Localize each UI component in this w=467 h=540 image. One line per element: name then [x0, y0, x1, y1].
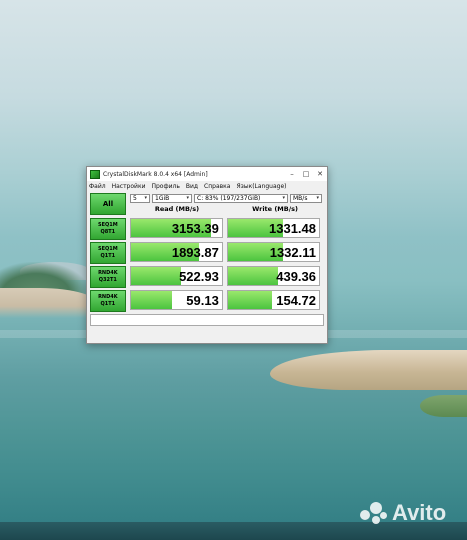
avito-watermark: Avito: [360, 500, 446, 526]
test-size-select[interactable]: 1GiB ▾: [152, 193, 192, 203]
menu-view[interactable]: Вид: [186, 183, 198, 190]
read-result-cell: 1893.87: [129, 242, 223, 262]
write-header: Write (MB/s): [252, 205, 298, 213]
write-value: 154.72: [276, 293, 316, 308]
write-value: 1331.48: [269, 221, 316, 236]
avito-logo-icon: [360, 500, 388, 526]
title-bar[interactable]: CrystalDiskMark 8.0.4 x64 [Admin] – □ ✕: [87, 167, 327, 181]
result-row-seq1m-q8t1: SEQ1M Q8T1 3153.39 1331.48: [90, 218, 324, 240]
menu-file[interactable]: Файл: [89, 183, 106, 190]
sand-bank-right: [270, 350, 467, 390]
menu-settings[interactable]: Настройки: [112, 183, 146, 190]
test-button-rnd4k-q1t1[interactable]: RND4K Q1T1: [90, 290, 126, 312]
read-result-cell: 3153.39: [129, 218, 223, 238]
avito-brand: Avito: [392, 500, 447, 525]
test-name: RND4K: [98, 294, 118, 300]
read-bar: [130, 267, 181, 285]
test-count-select[interactable]: 5 ▾: [130, 193, 150, 203]
menu-language[interactable]: Язык(Language): [236, 183, 286, 190]
test-button-seq1m-q8t1[interactable]: SEQ1M Q8T1: [90, 218, 126, 240]
maximize-button[interactable]: □: [299, 170, 313, 178]
test-name: SEQ1M: [97, 246, 118, 252]
test-params: Q8T1: [100, 229, 116, 235]
test-size-value: 1GiB: [155, 194, 170, 202]
minimize-button[interactable]: –: [285, 170, 299, 178]
test-name: SEQ1M: [97, 222, 118, 228]
chevron-down-icon: ▾: [186, 195, 189, 201]
result-row-rnd4k-q1t1: RND4K Q1T1 59.13 154.72: [90, 290, 324, 312]
write-bar: [227, 267, 278, 285]
read-value: 522.93: [179, 269, 219, 284]
write-result-cell: 1331.48: [226, 218, 320, 238]
write-bar: [227, 291, 272, 309]
menu-profile[interactable]: Профиль: [151, 183, 179, 190]
unit-value: MB/s: [293, 194, 308, 202]
result-row-seq1m-q1t1: SEQ1M Q1T1 1893.87 1332.11: [90, 242, 324, 264]
read-value: 1893.87: [171, 245, 219, 260]
chevron-down-icon: ▾: [316, 195, 319, 201]
read-value: 59.13: [186, 293, 219, 308]
unit-select[interactable]: MB/s ▾: [290, 193, 322, 203]
write-result-cell: 154.72: [226, 290, 320, 310]
window-title: CrystalDiskMark 8.0.4 x64 [Admin]: [103, 170, 208, 178]
read-result-cell: 59.13: [129, 290, 223, 310]
write-result-cell: 439.36: [226, 266, 320, 286]
write-value: 1332.11: [269, 245, 316, 260]
test-params: Q32T1: [98, 277, 117, 283]
comment-field[interactable]: [90, 314, 324, 326]
app-icon: [90, 169, 100, 179]
all-button[interactable]: All: [90, 193, 126, 215]
read-bar: [130, 291, 172, 309]
write-result-cell: 1332.11: [226, 242, 320, 262]
drive-select[interactable]: C: 83% (197/237GiB) ▾: [194, 193, 288, 203]
drive-value: C: 83% (197/237GiB): [197, 194, 261, 202]
result-row-rnd4k-q32t1: RND4K Q32T1 522.93 439.36: [90, 266, 324, 288]
write-value: 439.36: [276, 269, 316, 284]
chevron-down-icon: ▾: [282, 195, 285, 201]
read-header: Read (MB/s): [154, 205, 200, 213]
grass-right: [420, 395, 467, 417]
test-button-rnd4k-q32t1[interactable]: RND4K Q32T1: [90, 266, 126, 288]
crystaldiskmark-window: CrystalDiskMark 8.0.4 x64 [Admin] – □ ✕ …: [86, 166, 328, 344]
read-result-cell: 522.93: [129, 266, 223, 286]
close-button[interactable]: ✕: [313, 170, 327, 178]
read-value: 3153.39: [171, 221, 219, 236]
test-params: Q1T1: [100, 253, 116, 259]
menu-bar: Файл Настройки Профиль Вид Справка Язык(…: [87, 181, 327, 191]
chevron-down-icon: ▾: [144, 195, 147, 201]
test-button-seq1m-q1t1[interactable]: SEQ1M Q1T1: [90, 242, 126, 264]
menu-help[interactable]: Справка: [204, 183, 230, 190]
test-count-value: 5: [133, 194, 137, 202]
test-name: RND4K: [98, 270, 118, 276]
test-params: Q1T1: [100, 301, 116, 307]
